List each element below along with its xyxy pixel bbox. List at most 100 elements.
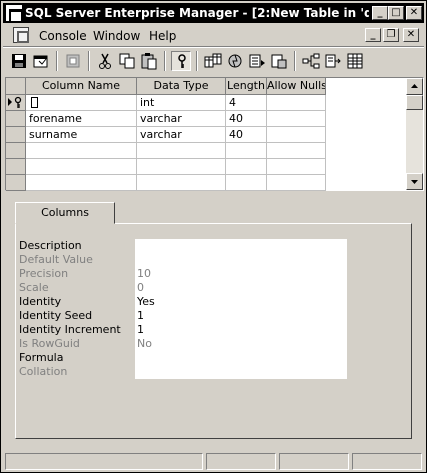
cell-allow-nulls[interactable] <box>267 127 326 143</box>
row-selector[interactable] <box>6 95 26 111</box>
export-icon[interactable] <box>323 51 343 71</box>
header-column-name[interactable]: Column Name <box>26 78 137 95</box>
scroll-thumb[interactable] <box>406 95 423 110</box>
property-label: Identity Seed <box>19 309 93 322</box>
save-icon[interactable] <box>9 51 29 71</box>
tab-columns[interactable]: Columns <box>15 202 115 224</box>
property-value-default-value <box>135 253 347 267</box>
cell-length[interactable]: 40 <box>226 127 267 143</box>
property-value-identity-increment[interactable]: 1 <box>135 323 347 337</box>
menu-help[interactable]: Help <box>149 29 176 43</box>
app-icon[interactable] <box>6 5 23 23</box>
manage-icon[interactable] <box>63 51 83 71</box>
table-row[interactable] <box>6 175 326 191</box>
cell-length[interactable] <box>226 175 267 191</box>
set-primary-key-icon[interactable] <box>171 51 191 71</box>
menu-console[interactable]: Console <box>39 29 87 43</box>
table-row[interactable]: surname varchar 40 <box>6 127 326 143</box>
property-value-formula[interactable] <box>135 351 347 365</box>
table-row[interactable] <box>6 143 326 159</box>
cell-length[interactable]: 40 <box>226 111 267 127</box>
child-restore-button[interactable]: ❐ <box>383 28 399 42</box>
table-row[interactable]: forename varchar 40 <box>6 111 326 127</box>
minimize-button[interactable]: _ <box>372 6 388 20</box>
cell-data-type[interactable] <box>137 175 226 191</box>
property-row-formula: Formula <box>19 351 349 365</box>
cell-column-name[interactable]: forename <box>26 111 137 127</box>
property-label: Scale <box>19 281 49 294</box>
property-value-description[interactable] <box>135 239 347 253</box>
cell-column-name[interactable] <box>26 95 137 111</box>
header-allow-nulls[interactable]: Allow Nulls <box>267 78 326 95</box>
menu-window[interactable]: Window <box>93 29 140 43</box>
row-selector[interactable] <box>6 159 26 175</box>
grid-vertical-scrollbar[interactable] <box>406 78 423 190</box>
toolbar-separator <box>56 51 58 71</box>
cell-data-type[interactable]: varchar <box>137 127 226 143</box>
cell-allow-nulls[interactable] <box>267 159 326 175</box>
cell-allow-nulls[interactable] <box>267 111 326 127</box>
row-selector[interactable] <box>6 127 26 143</box>
manage-indexes-icon[interactable] <box>247 51 267 71</box>
paste-icon[interactable] <box>139 51 159 71</box>
property-value-collation <box>135 365 347 379</box>
cell-data-type[interactable] <box>137 159 226 175</box>
toolbar-separator <box>196 51 198 71</box>
app-window: SQL Server Enterprise Manager - [2:New T… <box>0 0 427 473</box>
property-row-description: Description <box>19 239 349 253</box>
cell-allow-nulls[interactable] <box>267 143 326 159</box>
table-row[interactable] <box>6 159 326 175</box>
arrow-up-icon <box>411 84 418 88</box>
manage-relationships-icon[interactable] <box>269 51 289 71</box>
cell-data-type[interactable]: varchar <box>137 111 226 127</box>
property-value-identity-seed[interactable]: 1 <box>135 309 347 323</box>
close-button[interactable]: ✕ <box>406 6 422 20</box>
cut-icon[interactable] <box>95 51 115 71</box>
property-value-precision: 10 <box>135 267 347 281</box>
cell-data-type[interactable]: int <box>137 95 226 111</box>
show-grid-icon[interactable] <box>345 51 365 71</box>
scroll-down-button[interactable] <box>406 173 423 190</box>
cell-column-name[interactable] <box>26 175 137 191</box>
property-row-default-value: Default Value <box>19 253 349 267</box>
generate-script-icon[interactable] <box>301 51 321 71</box>
child-close-button[interactable]: ✕ <box>403 28 419 42</box>
console-menu-icon[interactable] <box>13 27 29 43</box>
manage-triggers-icon[interactable] <box>225 51 245 71</box>
toolbar <box>3 48 424 74</box>
scroll-up-button[interactable] <box>406 78 423 95</box>
row-selector[interactable] <box>6 143 26 159</box>
maximize-button[interactable]: □ <box>388 6 404 20</box>
cell-column-name[interactable]: surname <box>26 127 137 143</box>
row-selector[interactable] <box>6 111 26 127</box>
property-value-scale: 0 <box>135 281 347 295</box>
copy-icon[interactable] <box>117 51 137 71</box>
cell-length[interactable] <box>226 159 267 175</box>
property-label: Description <box>19 239 82 252</box>
properties-icon[interactable] <box>31 51 51 71</box>
row-selector-header <box>6 78 26 95</box>
header-length[interactable]: Length <box>226 78 267 95</box>
property-label: Identity Increment <box>19 323 121 336</box>
cell-column-name[interactable] <box>26 159 137 175</box>
property-value-identity[interactable]: Yes <box>135 295 347 309</box>
cell-allow-nulls[interactable] <box>267 95 326 111</box>
table-row[interactable]: int 4 <box>6 95 326 111</box>
header-data-type[interactable]: Data Type <box>137 78 226 95</box>
window-title: SQL Server Enterprise Manager - [2:New T… <box>25 6 369 20</box>
cell-length[interactable] <box>226 143 267 159</box>
cell-allow-nulls[interactable] <box>267 175 326 191</box>
column-properties-panel: Columns Description Default Value Precis… <box>5 193 424 448</box>
property-row-identity-seed: Identity Seed 1 <box>19 309 349 323</box>
cell-column-name[interactable] <box>26 143 137 159</box>
table-designer-icon[interactable] <box>203 51 223 71</box>
property-value-is-rowguid: No <box>135 337 347 351</box>
property-label: Precision <box>19 267 69 280</box>
cell-length[interactable]: 4 <box>226 95 267 111</box>
cell-data-type[interactable] <box>137 143 226 159</box>
row-selector[interactable] <box>6 175 26 191</box>
property-label: Formula <box>19 351 64 364</box>
child-minimize-button[interactable]: _ <box>365 28 381 42</box>
property-label: Identity <box>19 295 62 308</box>
property-row-identity-increment: Identity Increment 1 <box>19 323 349 337</box>
